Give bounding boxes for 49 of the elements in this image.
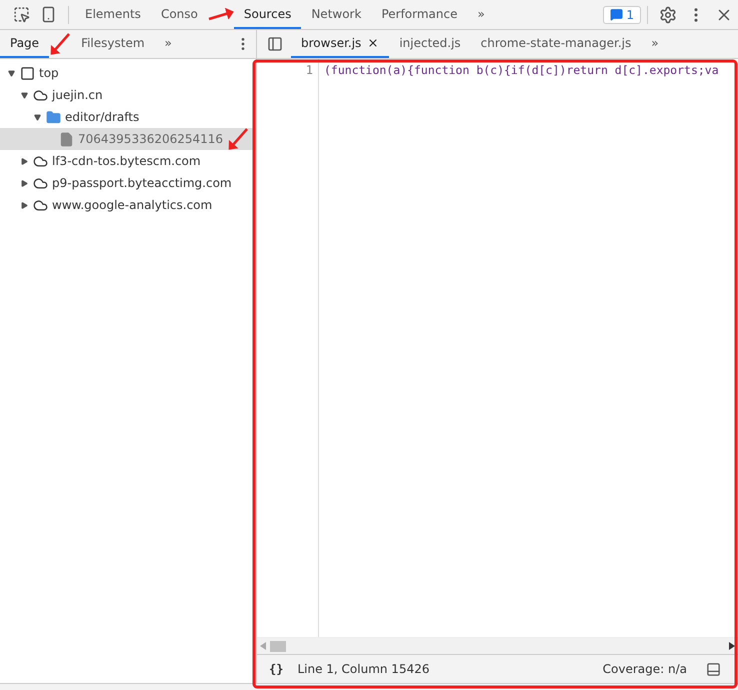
more-tabs-button[interactable]: »: [467, 0, 495, 29]
tree-item[interactable]: 7064395336206254116: [0, 128, 256, 150]
cloud-icon: [33, 88, 48, 102]
tree-label: juejin.cn: [52, 88, 103, 102]
scroll-thumb[interactable]: [270, 640, 286, 652]
tree-item[interactable]: editor/drafts: [0, 106, 256, 128]
tree-label: www.google-analytics.com: [52, 198, 212, 212]
pretty-print-button[interactable]: {}: [269, 662, 284, 676]
coverage-status: Coverage: n/a: [602, 662, 687, 676]
file-tab[interactable]: browser.js: [291, 30, 390, 58]
tree-label: top: [39, 66, 59, 80]
cloud-icon: [33, 154, 48, 168]
file-tab[interactable]: chrome-state-manager.js: [470, 30, 642, 58]
tree-item[interactable]: juejin.cn: [0, 84, 256, 106]
issues-badge[interactable]: 1: [603, 6, 641, 24]
code-line: (function(a){function b(c){if(d[c])return d[c].exports;va: [324, 63, 719, 77]
file-icon: [59, 132, 74, 146]
collapsed-icon: [20, 180, 28, 186]
horizontal-scrollbar[interactable]: [257, 637, 738, 654]
collapsed-icon: [20, 202, 28, 208]
expanded-icon: [8, 70, 14, 76]
frame-icon: [20, 66, 35, 80]
panel-tab[interactable]: Conso: [150, 0, 208, 29]
panel-tab[interactable]: Performance: [371, 0, 468, 29]
collapsed-icon: [20, 158, 28, 164]
cloud-icon: [33, 198, 48, 212]
tree-item[interactable]: top: [0, 62, 256, 84]
navigator-tab[interactable]: Page: [0, 30, 50, 58]
file-tab[interactable]: injected.js: [389, 30, 471, 58]
scroll-right-icon[interactable]: [729, 642, 735, 650]
panel-tab[interactable]: Elements: [75, 0, 151, 29]
tree-item[interactable]: www.google-analytics.com: [0, 194, 256, 216]
tree-label: 7064395336206254116: [78, 132, 224, 146]
cursor-position: Line 1, Column 15426: [297, 662, 430, 676]
tree-label: p9-passport.byteacctimg.com: [52, 176, 232, 190]
expanded-icon: [20, 92, 28, 98]
line-number: 1: [304, 63, 313, 77]
panel-tab[interactable]: Network: [301, 0, 372, 29]
close-icon[interactable]: [367, 37, 380, 49]
tree-label: lf3-cdn-tos.bytescm.com: [52, 154, 201, 168]
more-tabs-button[interactable]: »: [641, 30, 669, 58]
tree-label: editor/drafts: [65, 110, 140, 124]
folder-icon: [46, 110, 61, 124]
more-tabs-button[interactable]: »: [154, 30, 182, 58]
tree-item[interactable]: p9-passport.byteacctimg.com: [0, 172, 256, 194]
cloud-icon: [33, 176, 48, 190]
navigator-tab[interactable]: Filesystem: [71, 30, 155, 58]
tree-item[interactable]: lf3-cdn-tos.bytescm.com: [0, 150, 256, 172]
expanded-icon: [34, 114, 40, 120]
